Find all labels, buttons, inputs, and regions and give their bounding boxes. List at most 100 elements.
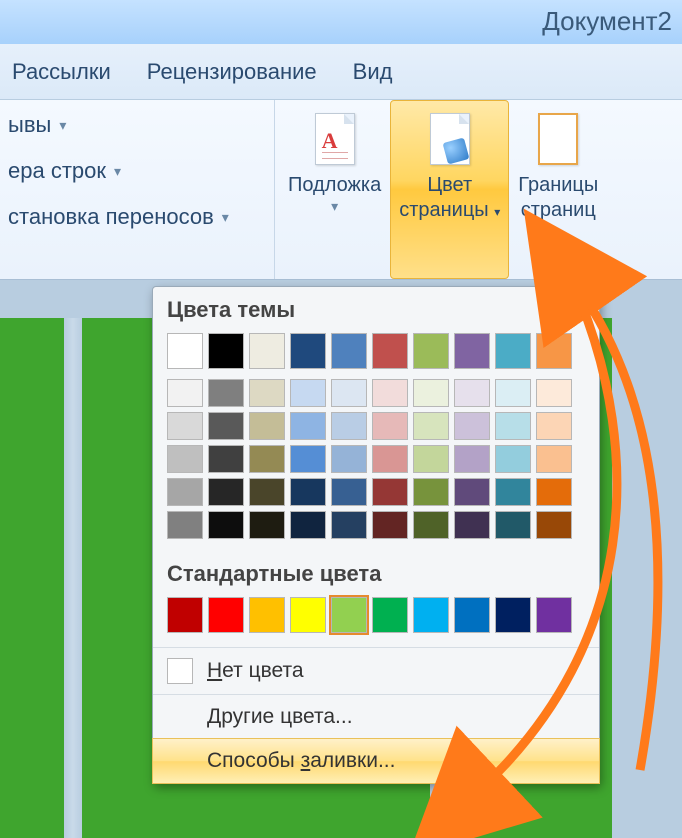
color-swatch[interactable] [331,478,367,506]
page-color-button[interactable]: Цвет страницы ▾ [390,100,509,279]
color-swatch[interactable] [495,412,531,440]
color-swatch[interactable] [249,379,285,407]
color-swatch[interactable] [372,597,408,633]
color-swatch[interactable] [331,333,367,369]
page-color-popup: Цвета темы Стандартные цвета Нет цвета Д… [152,286,600,784]
line-numbers-button[interactable]: ера строк [8,158,266,184]
color-swatch[interactable] [454,379,490,407]
color-swatch[interactable] [495,511,531,539]
title-bar: Документ2 [0,0,682,44]
color-swatch[interactable] [372,478,408,506]
page-borders-label: Границы страниц [518,173,598,223]
color-swatch[interactable] [372,445,408,473]
color-swatch[interactable] [290,445,326,473]
color-swatch[interactable] [413,333,449,369]
color-swatch[interactable] [413,379,449,407]
no-color-label-rest: ет цвета [222,659,303,682]
color-swatch[interactable] [167,333,203,369]
watermark-icon: A [311,111,359,167]
color-swatch[interactable] [290,379,326,407]
color-swatch[interactable] [249,412,285,440]
color-swatch[interactable] [208,478,244,506]
tab-view[interactable]: Вид [353,59,393,85]
color-swatch[interactable] [536,333,572,369]
color-swatch[interactable] [413,445,449,473]
watermark-button[interactable]: A Подложка [279,100,390,279]
fill-effects-label-pre: Способы [207,749,301,772]
no-color-item[interactable]: Нет цвета [153,647,599,694]
standard-colors-heading: Стандартные цвета [153,551,599,593]
color-swatch[interactable] [536,412,572,440]
color-swatch[interactable] [331,445,367,473]
ribbon-tab-strip: Рассылки Рецензирование Вид [0,44,682,100]
tab-mailings[interactable]: Рассылки [12,59,111,85]
no-color-label-u: Н [207,659,222,682]
color-swatch[interactable] [208,511,244,539]
color-swatch[interactable] [167,445,203,473]
color-swatch[interactable] [495,379,531,407]
color-swatch[interactable] [454,597,490,633]
color-swatch[interactable] [167,412,203,440]
color-swatch[interactable] [249,445,285,473]
fill-effects-item[interactable]: Способы заливки... [152,738,600,784]
color-swatch[interactable] [536,478,572,506]
color-swatch[interactable] [454,333,490,369]
ribbon-group-page-setup: ывы ера строк становка переносов [0,100,275,279]
color-swatch[interactable] [290,597,326,633]
page-gap-1 [64,318,82,838]
page-color-label: Цвет страницы ▾ [399,173,500,223]
color-swatch[interactable] [495,597,531,633]
color-swatch[interactable] [208,445,244,473]
tab-review[interactable]: Рецензирование [147,59,317,85]
color-swatch[interactable] [454,412,490,440]
color-swatch[interactable] [167,379,203,407]
color-swatch[interactable] [208,379,244,407]
color-swatch[interactable] [536,379,572,407]
color-swatch[interactable] [536,511,572,539]
color-swatch[interactable] [249,597,285,633]
color-swatch[interactable] [413,412,449,440]
color-swatch[interactable] [413,478,449,506]
color-swatch[interactable] [454,445,490,473]
color-swatch[interactable] [372,511,408,539]
breaks-button[interactable]: ывы [8,112,266,138]
color-swatch[interactable] [413,511,449,539]
color-swatch[interactable] [536,445,572,473]
color-swatch[interactable] [495,445,531,473]
color-swatch[interactable] [167,511,203,539]
color-swatch[interactable] [290,478,326,506]
ribbon: ывы ера строк становка переносов A Подло… [0,100,682,280]
no-color-swatch [167,658,193,684]
color-swatch[interactable] [413,597,449,633]
color-swatch[interactable] [249,333,285,369]
color-swatch[interactable] [495,478,531,506]
watermark-label: Подложка [288,173,381,198]
color-swatch[interactable] [536,597,572,633]
color-swatch[interactable] [208,333,244,369]
color-swatch[interactable] [331,379,367,407]
color-swatch[interactable] [372,333,408,369]
color-swatch[interactable] [454,511,490,539]
color-swatch[interactable] [372,412,408,440]
color-swatch[interactable] [495,333,531,369]
color-swatch[interactable] [331,412,367,440]
standard-color-row [153,593,599,647]
color-swatch[interactable] [454,478,490,506]
color-swatch[interactable] [290,511,326,539]
color-swatch[interactable] [208,412,244,440]
color-swatch[interactable] [290,412,326,440]
color-swatch[interactable] [290,333,326,369]
color-swatch[interactable] [331,511,367,539]
color-swatch[interactable] [372,379,408,407]
page-borders-button[interactable]: Границы страниц [509,100,607,279]
hyphenation-button[interactable]: становка переносов [8,204,266,230]
color-swatch[interactable] [249,511,285,539]
color-swatch[interactable] [331,597,367,633]
page-borders-icon [534,111,582,167]
color-swatch[interactable] [167,597,203,633]
color-swatch[interactable] [208,597,244,633]
color-swatch[interactable] [249,478,285,506]
theme-shades-grid [153,379,599,551]
more-colors-item[interactable]: Другие цвета... [153,694,599,739]
color-swatch[interactable] [167,478,203,506]
